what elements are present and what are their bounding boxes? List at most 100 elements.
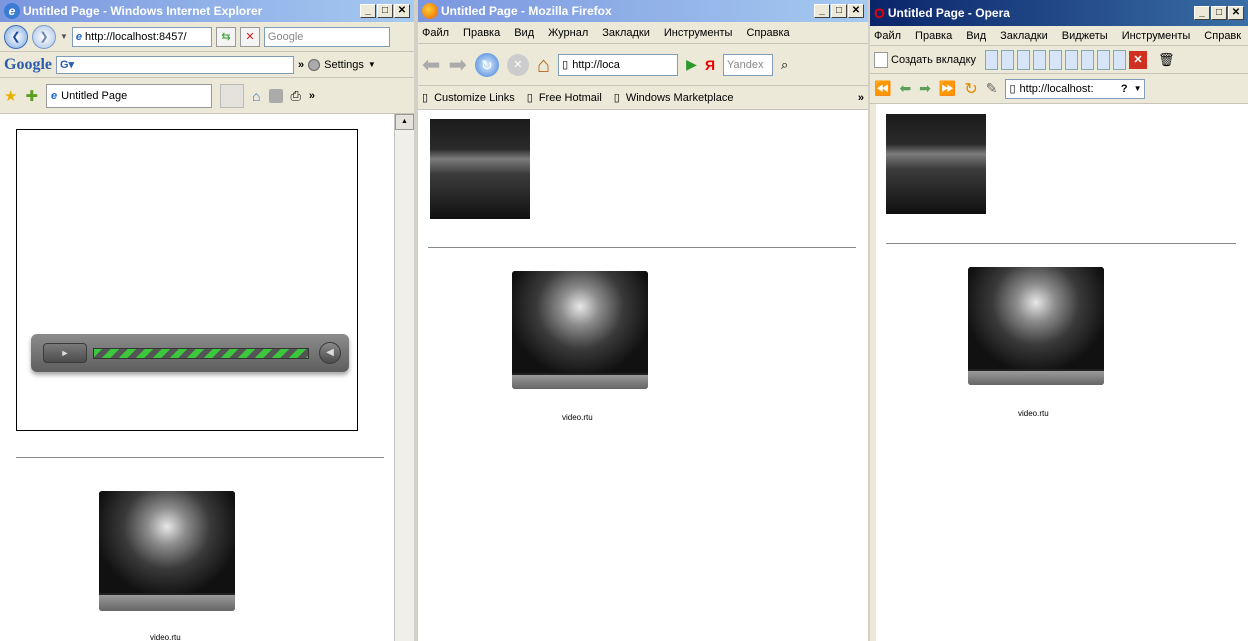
- ie-titlebar: e Untitled Page - Windows Internet Explo…: [0, 0, 414, 22]
- favorites-star-icon[interactable]: ★: [4, 87, 17, 105]
- scroll-up-arrow[interactable]: ▲: [395, 114, 414, 130]
- video-mini-controls[interactable]: [968, 371, 1104, 385]
- firefox-search-input[interactable]: Yandex: [723, 53, 774, 76]
- bookmark-free-hotmail[interactable]: Free Hotmail: [539, 92, 602, 104]
- maximize-button[interactable]: □: [377, 4, 393, 18]
- opera-window: O Untitled Page - Opera _ □ ✕ Файл Правк…: [870, 0, 1248, 641]
- new-tab-button[interactable]: Создать вкладку: [891, 54, 976, 66]
- edit-icon[interactable]: ✎: [986, 80, 998, 97]
- more-icon[interactable]: »: [298, 59, 304, 71]
- menu-help[interactable]: Справка: [746, 27, 789, 39]
- chevron-down-icon[interactable]: ▼: [368, 60, 376, 69]
- menu-view[interactable]: Вид: [966, 30, 986, 42]
- opera-menubar: Файл Правка Вид Закладки Виджеты Инструм…: [870, 26, 1248, 46]
- reload-icon[interactable]: ↻: [474, 52, 499, 77]
- opera-tab[interactable]: [1017, 49, 1031, 70]
- video-frame: [99, 491, 235, 593]
- minimize-button[interactable]: _: [360, 4, 376, 18]
- firefox-address-bar[interactable]: ▯ http://loca: [558, 53, 679, 76]
- opera-tab[interactable]: [1097, 49, 1111, 70]
- minimize-button[interactable]: _: [1194, 6, 1210, 20]
- maximize-button[interactable]: □: [831, 4, 847, 18]
- menu-tools[interactable]: Инструменты: [1122, 30, 1191, 42]
- settings-button[interactable]: Settings: [324, 59, 364, 71]
- play-button[interactable]: ►: [43, 343, 87, 363]
- opera-tab[interactable]: [1001, 49, 1015, 70]
- bookmark-windows-marketplace[interactable]: Windows Marketplace: [626, 92, 734, 104]
- ie-tab[interactable]: e Untitled Page: [46, 83, 213, 108]
- feeds-icon[interactable]: [268, 88, 283, 103]
- volume-button[interactable]: ◀: [319, 342, 341, 364]
- video-label: video.rtu: [1018, 409, 1049, 418]
- stop-icon[interactable]: ✕: [239, 26, 260, 47]
- opera-titlebar: O Untitled Page - Opera _ □ ✕: [870, 0, 1248, 26]
- more-icon[interactable]: »: [858, 92, 864, 104]
- opera-nav-toolbar: ⏪ ⬅ ➡ ⏩ ↻ ✎ ▯ http://localhost: ? ▼: [870, 74, 1248, 104]
- opera-tab[interactable]: [1033, 49, 1047, 70]
- chevron-down-icon[interactable]: ▼: [1134, 84, 1142, 93]
- ie-scrollbar[interactable]: ▲: [394, 114, 414, 641]
- more-icon[interactable]: »: [309, 90, 315, 102]
- go-arrow-icon[interactable]: ▶: [686, 56, 697, 73]
- fast-forward-icon[interactable]: ⏩: [939, 80, 956, 97]
- reload-icon[interactable]: ↻: [964, 79, 977, 99]
- divider: [886, 243, 1236, 244]
- menu-edit[interactable]: Правка: [463, 27, 500, 39]
- opera-tab[interactable]: [1081, 49, 1095, 70]
- firefox-logo-icon: [422, 3, 438, 19]
- home-icon[interactable]: ⌂: [252, 88, 260, 104]
- close-button[interactable]: ✕: [848, 4, 864, 18]
- video-thumbnail[interactable]: [99, 491, 235, 611]
- refresh-icon[interactable]: ⇆: [215, 26, 236, 47]
- menu-tools[interactable]: Инструменты: [664, 27, 733, 39]
- menu-file[interactable]: Файл: [874, 30, 901, 42]
- firefox-address-text: http://loca: [572, 58, 620, 71]
- back-icon[interactable]: ⬅: [422, 52, 440, 78]
- menu-bookmarks[interactable]: Закладки: [1000, 30, 1048, 42]
- video-mini-controls[interactable]: [512, 375, 648, 389]
- menu-file[interactable]: Файл: [422, 27, 449, 39]
- menu-history[interactable]: Журнал: [548, 27, 588, 39]
- menu-edit[interactable]: Правка: [915, 30, 952, 42]
- opera-tab[interactable]: [985, 49, 999, 70]
- video-mini-controls[interactable]: [99, 595, 235, 611]
- ie-window: e Untitled Page - Windows Internet Explo…: [0, 0, 414, 641]
- search-placeholder: Yandex: [727, 58, 764, 71]
- menu-widgets[interactable]: Виджеты: [1062, 30, 1108, 42]
- menu-help[interactable]: Справк: [1204, 30, 1241, 42]
- video-thumbnail[interactable]: [968, 267, 1104, 385]
- stop-icon[interactable]: ✕: [506, 53, 529, 76]
- opera-tab[interactable]: [1049, 49, 1063, 70]
- forward-icon[interactable]: ➡: [919, 80, 931, 97]
- search-icon[interactable]: ⌕: [781, 57, 788, 73]
- close-tab-icon[interactable]: ✕: [1129, 50, 1148, 69]
- home-icon[interactable]: ⌂: [537, 52, 550, 78]
- menu-view[interactable]: Вид: [514, 27, 534, 39]
- rewind-icon[interactable]: ⏪: [874, 80, 891, 97]
- video-thumbnail[interactable]: [512, 271, 648, 389]
- google-search-input[interactable]: G▾: [56, 55, 294, 74]
- opera-address-bar[interactable]: ▯ http://localhost: ? ▼: [1005, 78, 1146, 99]
- back-icon[interactable]: ⬅: [899, 80, 911, 97]
- opera-tab[interactable]: [1065, 49, 1079, 70]
- close-button[interactable]: ✕: [1228, 6, 1244, 20]
- chevron-down-icon[interactable]: ▼: [60, 32, 68, 41]
- ie-address-bar[interactable]: e http://localhost:8457/: [71, 26, 212, 47]
- forward-icon[interactable]: ❯: [32, 24, 56, 49]
- maximize-button[interactable]: □: [1211, 6, 1227, 20]
- forward-icon[interactable]: ➡: [448, 52, 466, 78]
- progress-bar[interactable]: [93, 348, 309, 359]
- add-favorites-icon[interactable]: ✚: [25, 87, 38, 105]
- opera-tab-bar: Создать вкладку ✕ 🗑: [870, 46, 1248, 74]
- close-button[interactable]: ✕: [394, 4, 410, 18]
- ie-logo-icon: e: [4, 3, 20, 19]
- opera-tab[interactable]: [1113, 49, 1127, 70]
- new-tab-button[interactable]: [220, 83, 245, 108]
- print-icon[interactable]: ⎙: [291, 88, 301, 104]
- bookmark-customize-links[interactable]: Customize Links: [434, 92, 515, 104]
- back-icon[interactable]: ❮: [4, 24, 28, 49]
- ie-search-input[interactable]: Google: [263, 26, 390, 47]
- menu-bookmarks[interactable]: Закладки: [602, 27, 650, 39]
- minimize-button[interactable]: _: [814, 4, 830, 18]
- trash-icon[interactable]: 🗑: [1158, 52, 1175, 68]
